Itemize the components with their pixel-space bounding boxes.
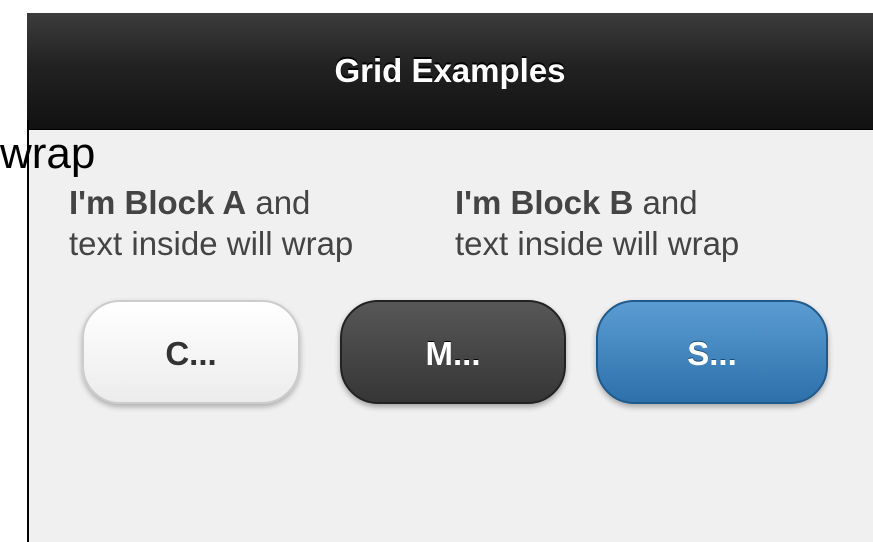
app-screen: Grid Examples I'm Block A and text insid… [0,0,873,542]
grid-container: I'm Block A and text inside will wrap I'… [69,182,849,282]
block-b-text-line2: text inside will wrap [455,225,740,262]
block-b-text: and [633,184,698,221]
save-button[interactable]: S... [596,300,828,404]
cancel-button[interactable]: C... [82,300,300,404]
page-left-border [27,120,29,542]
more-button[interactable]: M... [340,300,566,404]
block-a-text-line2: text inside will wrap [69,225,354,262]
header-bar: Grid Examples [27,13,873,130]
mobile-page: Grid Examples I'm Block A and text insid… [27,13,873,542]
block-a-bold-text: I'm Block A [69,184,247,221]
grid-block-a: I'm Block A and text inside will wrap [69,182,353,264]
page-title: Grid Examples [334,52,566,89]
block-b-bold-text: I'm Block B [455,184,634,221]
block-a-text: and [246,184,311,221]
grid-block-b: I'm Block B and text inside will wrap [455,182,739,264]
overflow-text: wrap [0,129,96,178]
